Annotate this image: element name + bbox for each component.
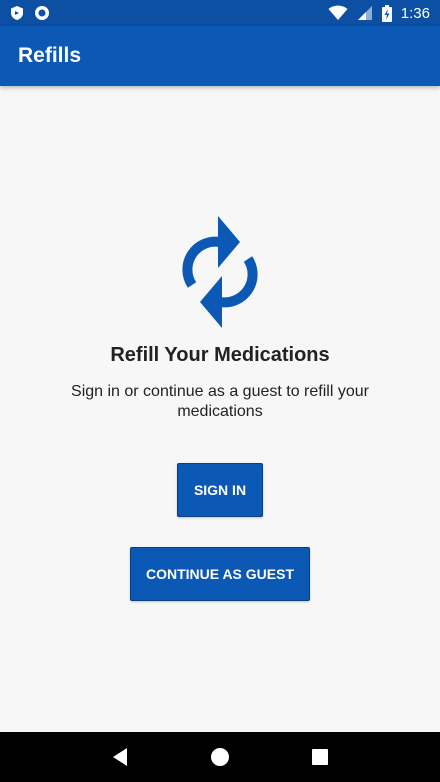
home-icon [211, 748, 229, 766]
status-bar: 1:36 [0, 0, 440, 26]
shield-icon [11, 6, 23, 20]
status-time: 1:36 [400, 4, 430, 22]
section-subtitle: Sign in or continue as a guest to refill… [71, 383, 369, 420]
nav-back-button[interactable] [105, 742, 135, 772]
circle-notification-icon [35, 6, 49, 20]
system-nav-bar [0, 732, 440, 782]
app-bar: Refills [0, 26, 440, 86]
continue-as-guest-button[interactable]: CONTINUE AS GUEST [130, 547, 310, 601]
status-bar-left [10, 5, 50, 21]
recents-icon [312, 749, 328, 765]
nav-home-button[interactable] [205, 742, 235, 772]
nav-recents-button[interactable] [305, 742, 335, 772]
refresh-arrows-icon [182, 216, 258, 328]
section-heading: Refill Your Medications [110, 344, 330, 366]
back-icon [113, 748, 127, 766]
battery-charging-icon [381, 4, 392, 22]
cell-signal-icon [357, 6, 372, 20]
status-bar-right: 1:36 [328, 4, 430, 22]
sign-in-button[interactable]: SIGN IN [177, 463, 263, 517]
main-content: Refill Your Medications Sign in or conti… [0, 86, 440, 732]
wifi-icon [328, 5, 348, 20]
page-title: Refills [18, 44, 82, 67]
